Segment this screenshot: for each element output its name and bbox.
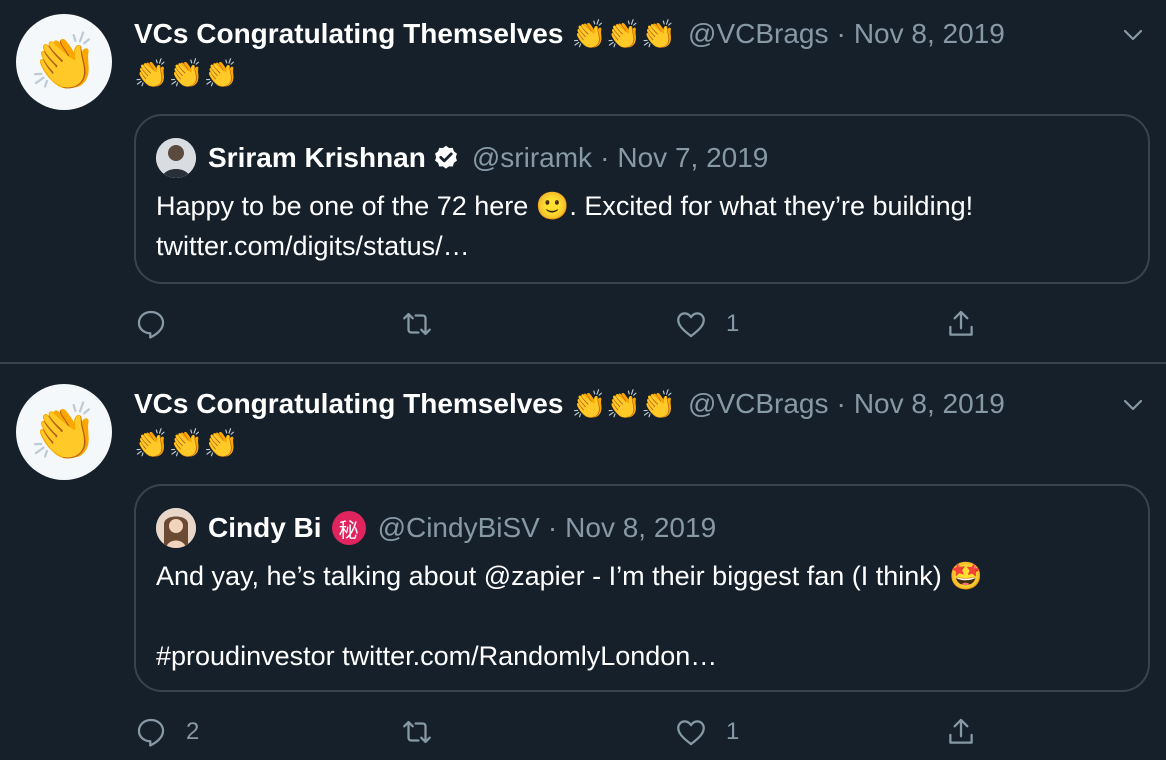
heart-icon xyxy=(677,312,705,338)
avatar[interactable] xyxy=(156,508,196,548)
share-button[interactable] xyxy=(944,712,978,752)
quoted-tweet-date[interactable]: Nov 8, 2019 xyxy=(565,512,716,544)
share-icon xyxy=(949,718,973,744)
like-button[interactable]: 1 xyxy=(674,304,739,344)
avatar[interactable]: 👏 xyxy=(16,384,112,480)
verified-badge-icon xyxy=(432,144,460,172)
reply-icon xyxy=(137,310,165,339)
timeline-feed: 👏 VCs Congratulating Themselves 👏👏👏 @VCB… xyxy=(0,0,1166,760)
quoted-tweet-header: Cindy Bi 秘 @CindyBiSV · Nov 8, 2019 xyxy=(156,508,716,548)
quoted-tweet-date[interactable]: Nov 7, 2019 xyxy=(617,142,768,174)
avatar[interactable]: 👏 xyxy=(16,14,112,110)
person-avatar-icon xyxy=(156,508,196,548)
quoted-author-handle[interactable]: @sriramk xyxy=(472,142,592,174)
quoted-tweet-header: Sriram Krishnan @sriramk · Nov 7, 2019 xyxy=(156,138,768,178)
tweet-date[interactable]: Nov 8, 2019 xyxy=(854,18,1005,50)
reply-button[interactable] xyxy=(134,304,186,344)
separator-dot: · xyxy=(836,388,846,419)
reply-count: 2 xyxy=(186,718,200,745)
tweet-actions: 1 xyxy=(134,304,1034,344)
quoted-tweet-text: And yay, he’s talking about @zapier - I’… xyxy=(156,561,983,671)
share-button[interactable] xyxy=(944,304,978,344)
quoted-author-name[interactable]: Sriram Krishnan xyxy=(208,142,426,174)
author-name[interactable]: VCs Congratulating Themselves xyxy=(134,388,563,420)
tweet[interactable]: 👏 VCs Congratulating Themselves 👏👏👏 @VCB… xyxy=(0,364,1166,760)
more-options-button[interactable] xyxy=(1118,390,1148,420)
author-name-emojis: 👏👏👏 xyxy=(571,18,677,50)
retweet-icon xyxy=(403,720,431,744)
author-name[interactable]: VCs Congratulating Themselves xyxy=(134,18,563,50)
quoted-tweet[interactable]: Sriram Krishnan @sriramk · Nov 7, 2019 H… xyxy=(134,114,1150,284)
avatar[interactable] xyxy=(156,138,196,178)
quoted-tweet[interactable]: Cindy Bi 秘 @CindyBiSV · Nov 8, 2019 And … xyxy=(134,484,1150,692)
chevron-down-icon xyxy=(1123,29,1143,41)
separator-dot: · xyxy=(836,18,846,49)
author-handle[interactable]: @VCBrags xyxy=(688,388,828,420)
clapping-hands-icon: 👏 xyxy=(29,30,99,93)
quoted-tweet-text: Happy to be one of the 72 here 🙂. Excite… xyxy=(156,191,974,261)
secret-badge-icon: 秘 xyxy=(331,511,366,545)
heart-icon xyxy=(677,720,705,746)
reply-icon xyxy=(137,718,165,747)
share-icon xyxy=(949,310,973,336)
like-count: 1 xyxy=(726,310,740,337)
more-options-button[interactable] xyxy=(1118,20,1148,50)
tweet-header: VCs Congratulating Themselves 👏👏👏 @VCBra… xyxy=(134,384,1106,424)
author-name-emojis: 👏👏👏 xyxy=(571,388,677,420)
like-count: 1 xyxy=(726,718,740,745)
quoted-author-name[interactable]: Cindy Bi xyxy=(208,512,322,544)
separator-dot: · xyxy=(547,512,558,543)
tweet-text: 👏👏👏 xyxy=(134,428,239,459)
tweet-header: VCs Congratulating Themselves 👏👏👏 @VCBra… xyxy=(134,14,1106,54)
chevron-down-icon xyxy=(1123,399,1143,411)
tweet-date[interactable]: Nov 8, 2019 xyxy=(854,388,1005,420)
like-button[interactable]: 1 xyxy=(674,712,739,752)
retweet-icon xyxy=(403,312,431,336)
reply-button[interactable]: 2 xyxy=(134,712,199,752)
clapping-hands-icon: 👏 xyxy=(29,400,99,463)
tweet-actions: 2 1 xyxy=(134,712,1034,752)
retweet-button[interactable] xyxy=(400,712,452,752)
quoted-author-handle[interactable]: @CindyBiSV xyxy=(378,512,540,544)
separator-dot: · xyxy=(600,142,610,173)
person-avatar-icon xyxy=(156,138,196,178)
retweet-button[interactable] xyxy=(400,304,452,344)
author-handle[interactable]: @VCBrags xyxy=(688,18,828,50)
tweet[interactable]: 👏 VCs Congratulating Themselves 👏👏👏 @VCB… xyxy=(0,0,1166,364)
tweet-text: 👏👏👏 xyxy=(134,58,239,89)
